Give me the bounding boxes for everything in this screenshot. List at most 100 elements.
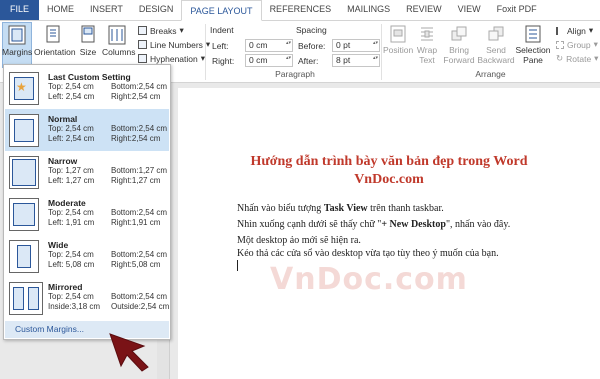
spacing-after-label: After: xyxy=(298,56,319,66)
columns-button[interactable]: Columns xyxy=(102,25,136,57)
breaks-button[interactable]: Breaks ▾ xyxy=(138,25,184,36)
margins-button[interactable]: Margins xyxy=(2,25,32,57)
option-top: Top: 1,27 cm xyxy=(48,166,94,175)
group-separator xyxy=(205,24,206,80)
spacing-after-input[interactable]: 8 pt xyxy=(332,54,380,67)
last-custom-margin-icon: ★ xyxy=(9,72,39,105)
option-top: Top: 2,54 cm xyxy=(48,82,94,91)
wrap-text-icon xyxy=(421,27,433,41)
chevron-down-icon: ▾ xyxy=(594,53,599,63)
bring-forward-label: Bring Forward xyxy=(443,45,475,65)
line-numbers-label: Line Numbers xyxy=(150,39,203,50)
mirrored-margin-icon xyxy=(9,282,43,315)
wrap-text-button[interactable]: Wrap Text xyxy=(413,25,441,65)
position-button[interactable]: Position xyxy=(383,25,413,55)
rotate-icon: ↻ xyxy=(556,53,564,63)
spacing-before-input[interactable]: 0 pt xyxy=(332,39,380,52)
size-icon xyxy=(81,25,95,43)
paragraph-1: Nhấn vào biểu tượng Task View trên thanh… xyxy=(237,203,444,214)
columns-icon xyxy=(108,25,126,45)
indent-right-label: Right: xyxy=(212,56,235,66)
tab-review[interactable]: REVIEW xyxy=(398,0,450,20)
bring-forward-button[interactable]: Bring Forward xyxy=(441,25,477,65)
narrow-margin-icon xyxy=(9,156,39,189)
ribbon-tab-bar: FILE HOME INSERT DESIGN PAGE LAYOUT REFE… xyxy=(0,0,600,21)
indent-left-label: Left: xyxy=(212,41,229,51)
indent-left-input[interactable]: 0 cm xyxy=(245,39,293,52)
selection-pane-button[interactable]: Selection Pane xyxy=(515,25,551,65)
send-backward-label: Send Backward xyxy=(477,45,515,65)
indent-right-input[interactable]: 0 cm xyxy=(245,54,293,67)
option-top: Top: 2,54 cm xyxy=(48,292,94,301)
document-page[interactable]: Hướng dẫn trình bày văn bản đẹp trong Wo… xyxy=(178,88,600,379)
position-label: Position xyxy=(383,45,414,55)
normal-margin-icon xyxy=(9,114,39,147)
bring-forward-icon xyxy=(451,26,467,41)
paragraph-4: Kéo thả các cửa sổ vào desktop vừa tạo t… xyxy=(237,248,499,259)
margin-option-mirrored[interactable]: Mirrored Top: 2,54 cm Bottom:2,54 cm Ins… xyxy=(5,277,169,319)
breaks-icon xyxy=(138,26,147,35)
option-bottom: Bottom:2,54 cm xyxy=(111,82,168,91)
line-numbers-button[interactable]: Line Numbers ▾ xyxy=(138,39,210,50)
option-bottom: Bottom:2,54 cm xyxy=(111,292,168,301)
text-cursor xyxy=(237,260,238,271)
group-separator xyxy=(381,24,382,80)
tab-home[interactable]: HOME xyxy=(39,0,82,20)
option-top: Top: 2,54 cm xyxy=(48,250,94,259)
option-name: Last Custom Setting xyxy=(48,72,131,82)
margin-option-wide[interactable]: Wide Top: 2,54 cm Bottom:2,54 cm Left: 5… xyxy=(5,235,169,277)
option-name: Moderate xyxy=(48,198,86,208)
option-left: Left: 2,54 cm xyxy=(48,92,95,101)
align-button[interactable]: Align ▾ xyxy=(556,25,593,36)
size-button[interactable]: Size xyxy=(76,25,100,57)
option-bottom: Bottom:1,27 cm xyxy=(111,166,168,175)
tab-insert[interactable]: INSERT xyxy=(82,0,131,20)
option-left: Left: 2,54 cm xyxy=(48,134,95,143)
option-left: Left: 5,08 cm xyxy=(48,260,95,269)
option-name: Mirrored xyxy=(48,282,83,292)
send-backward-button[interactable]: Send Backward xyxy=(477,25,515,65)
margin-option-last-custom[interactable]: ★ Last Custom Setting Top: 2,54 cm Botto… xyxy=(5,67,169,109)
vndoc-watermark: VnDoc.com xyxy=(270,262,468,297)
tab-mailings[interactable]: MAILINGS xyxy=(339,0,398,20)
chevron-down-icon: ▾ xyxy=(588,25,594,35)
hyphenation-button[interactable]: Hyphenation ▾ xyxy=(138,53,205,64)
paragraph-group-label: Paragraph xyxy=(275,69,315,79)
group-button[interactable]: Group ▾ xyxy=(556,39,598,50)
option-right: Right:1,27 cm xyxy=(111,176,161,185)
orientation-button[interactable]: Orientation xyxy=(34,25,76,57)
tab-design[interactable]: DESIGN xyxy=(131,0,182,20)
rotate-button[interactable]: ↻ Rotate ▾ xyxy=(556,53,598,64)
document-title-line-2: VnDoc.com xyxy=(354,172,424,187)
orientation-label: Orientation xyxy=(34,47,76,57)
tab-file[interactable]: FILE xyxy=(0,0,40,20)
hyphenation-label: Hyphenation xyxy=(150,53,198,64)
option-left: Inside:3,18 cm xyxy=(48,302,101,311)
option-bottom: Bottom:2,54 cm xyxy=(111,124,168,133)
option-right: Right:5,08 cm xyxy=(111,260,161,269)
option-right: Outside:2,54 cm xyxy=(111,302,170,311)
option-top: Top: 2,54 cm xyxy=(48,124,94,133)
selection-pane-label: Selection Pane xyxy=(515,45,551,65)
tab-page-layout[interactable]: PAGE LAYOUT xyxy=(181,0,262,21)
size-label: Size xyxy=(79,47,97,57)
hyphenation-icon xyxy=(138,54,147,63)
paragraph-3: Một desktop ảo mới sẽ hiện ra. xyxy=(237,235,361,246)
margin-option-normal[interactable]: Normal Top: 2,54 cm Bottom:2,54 cm Left:… xyxy=(5,109,169,151)
option-right: Right:2,54 cm xyxy=(111,134,161,143)
line-numbers-icon xyxy=(138,40,147,49)
wrap-text-label: Wrap Text xyxy=(416,45,438,65)
tab-view[interactable]: VIEW xyxy=(450,0,489,20)
selection-pane-icon xyxy=(525,25,541,43)
tab-foxit-pdf[interactable]: Foxit PDF xyxy=(489,0,545,20)
breaks-label: Breaks xyxy=(150,25,177,36)
moderate-margin-icon xyxy=(9,198,39,231)
align-label: Align xyxy=(567,25,586,36)
margin-option-narrow[interactable]: Narrow Top: 1,27 cm Bottom:1,27 cm Left:… xyxy=(5,151,169,193)
option-right: Right:1,91 cm xyxy=(111,218,161,227)
arrange-group-label: Arrange xyxy=(475,69,506,79)
columns-label: Columns xyxy=(102,47,136,57)
send-backward-icon xyxy=(488,26,504,41)
tab-references[interactable]: REFERENCES xyxy=(262,0,340,20)
margin-option-moderate[interactable]: Moderate Top: 2,54 cm Bottom:2,54 cm Lef… xyxy=(5,193,169,235)
